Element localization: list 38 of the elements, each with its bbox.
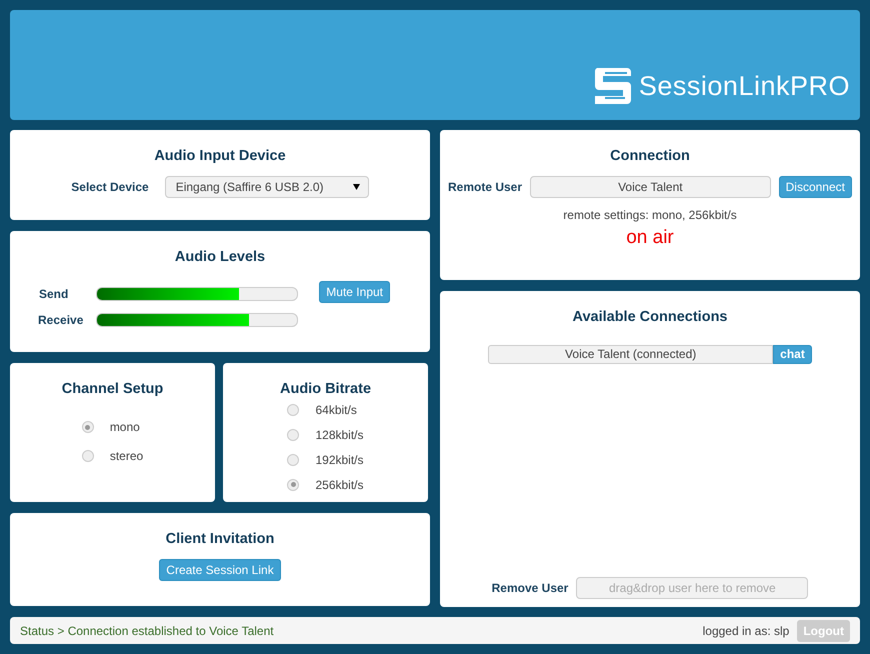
field-label: Remote User <box>448 178 522 196</box>
radio-button[interactable] <box>82 421 94 434</box>
device-select[interactable]: Eingang (Saffire 6 USB 2.0) <box>164 176 369 198</box>
radio-button[interactable] <box>82 450 94 462</box>
logo-text: SessionLinkPRO <box>638 72 850 100</box>
status-message: Status > Connection established to Voice Talent <box>20 622 274 640</box>
option-label: 256kbit/s <box>315 476 364 494</box>
chat-button[interactable]: chat <box>773 344 812 364</box>
radio-button[interactable] <box>287 478 300 491</box>
option-label: 192kbit/s <box>315 452 364 469</box>
panel-title: Channel Setup <box>62 380 164 399</box>
remote-settings-text: remote settings: mono, 256kbit/s <box>563 208 737 222</box>
panel-title: Audio Bitrate <box>280 380 372 399</box>
panel-title: Connection <box>610 147 690 166</box>
field-label: Select Device <box>71 178 149 196</box>
panel-title: Available Connections <box>572 308 728 327</box>
panel-title: Audio Input Device <box>154 147 286 166</box>
mute-input-button[interactable]: Mute Input <box>319 280 390 303</box>
option-label: 64kbit/s <box>315 402 357 419</box>
meter-label: Send <box>38 286 70 303</box>
disconnect-button[interactable]: Disconnect <box>778 176 852 198</box>
create-session-link-button[interactable]: Create Session Link <box>159 558 281 581</box>
radio-button[interactable] <box>287 428 300 441</box>
option-label: 128kbit/s <box>315 426 364 444</box>
remote-user-field: Voice Talent <box>530 176 771 198</box>
radio-button[interactable] <box>287 454 300 466</box>
remove-user-drop-zone[interactable]: drag&drop user here to remove <box>576 577 808 599</box>
user-entry[interactable]: Voice Talent (connected) <box>488 344 774 364</box>
meter-label: Receive <box>37 312 84 329</box>
option-label: mono <box>110 419 140 436</box>
radio-button[interactable] <box>287 404 300 416</box>
panel-title: Client Invitation <box>166 530 274 549</box>
caret-icon <box>352 183 360 190</box>
on-air-status: on air <box>626 226 674 248</box>
field-label: Remove User <box>492 580 568 597</box>
option-label: stereo <box>110 448 144 466</box>
panel-title: Audio Levels <box>174 248 266 267</box>
logged-in-text: logged in as: slp <box>702 622 790 640</box>
